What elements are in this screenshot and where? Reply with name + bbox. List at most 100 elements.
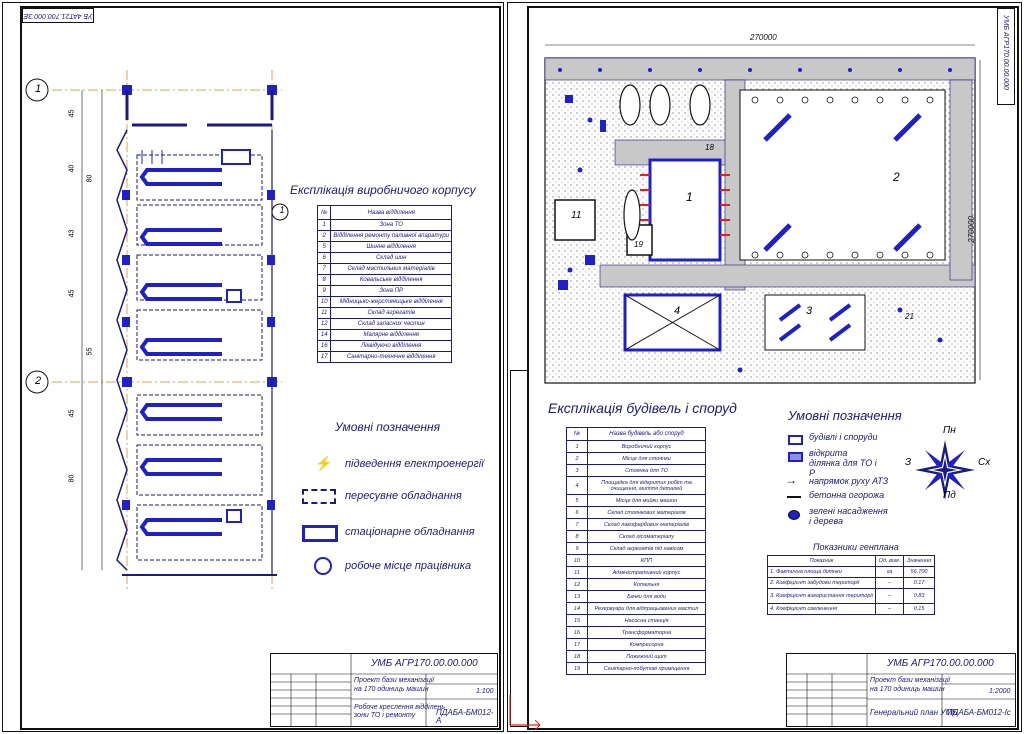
- legend-label: бетонна огорожа: [809, 490, 885, 500]
- left-stamp-subtitle-1: Робоче креслення відділень: [354, 704, 446, 711]
- cell: 10: [566, 554, 588, 567]
- table-row: 1 Виробничий корпус: [566, 440, 706, 453]
- right-eksplikatsiia-title: Експлікація будівель і споруд: [548, 400, 737, 416]
- right-stamp-scale: 1:2000: [989, 688, 1011, 695]
- cell: Малярне відділення: [330, 329, 452, 341]
- left-stamp-scale: 1:100: [476, 688, 494, 695]
- table-row: 17 Компресорна: [566, 638, 706, 651]
- arrow-icon: →: [785, 473, 797, 487]
- right-eksplikatsiia-table: № Назва будівель або споруд 1 Виробничий …: [566, 427, 706, 675]
- cell: Виробничий корпус: [587, 440, 706, 453]
- table-row: 6 Склад стоянкових матеріалів: [566, 506, 706, 519]
- cell: Трансформаторна: [587, 626, 706, 639]
- cell: 17: [316, 351, 332, 363]
- table-row: 7 Склад лакофарбових матеріалів: [566, 518, 706, 531]
- cell: Ковальське відділення: [330, 274, 452, 286]
- right-code-text: УМБ АГР170.00.00.000: [1002, 15, 1009, 90]
- table-row: 15 Насосна станція: [566, 614, 706, 627]
- cell: 18: [566, 650, 588, 663]
- cell: Насосна станція: [587, 614, 706, 627]
- cell: Зона ТО: [330, 219, 452, 231]
- left-stamp-title-2: на 170 одиниць машин: [354, 686, 429, 693]
- cell: Адміністративний корпус: [587, 566, 706, 579]
- legend-item: відкрита ділянка для ТО і Р: [785, 448, 920, 478]
- cell: 2. Коефіцієнт забудови території: [767, 577, 876, 589]
- cell: 17: [566, 638, 588, 651]
- right-side-strip: [510, 370, 528, 727]
- table-row: 16 Трансформаторна: [566, 626, 706, 639]
- tree-icon: [788, 510, 800, 520]
- left-eksplikatsiia-table: № Назва відділення 1 Зона ТО 2 Відділення …: [316, 205, 452, 363]
- table-row: 11 Адміністративний корпус: [566, 566, 706, 579]
- legend-label: стаціонарне обладнання: [345, 526, 475, 538]
- table-row: 3 Стоянка для ТО: [566, 464, 706, 477]
- cell: 2: [316, 230, 332, 242]
- cell: 1. Фактична площа ділянки: [767, 566, 876, 578]
- table-row: 17 Санітарно-технічне відділення: [316, 351, 452, 363]
- cell: 8: [316, 274, 332, 286]
- table-row: 11 Склад агрегатів: [316, 307, 452, 319]
- table-header-row: № Назва будівель або споруд: [566, 427, 706, 441]
- dim-label: 45: [68, 289, 76, 298]
- legend-item: зелені насадження і дерева: [785, 506, 920, 530]
- table-row: 19 Санітарно-побутові приміщення: [566, 662, 706, 675]
- cell: Склад шин: [330, 252, 452, 264]
- table-row: 10 КПП: [566, 554, 706, 567]
- table-row: 10 Мідницько-жерстяницьке відділення: [316, 296, 452, 308]
- cell: Ліквідуючо відділення: [330, 340, 452, 352]
- table-header-cell: Назва будівель або споруд: [587, 427, 706, 441]
- left-legend-title: Умовні позначення: [335, 420, 440, 434]
- cell: Місце для мийки машин: [587, 494, 706, 507]
- dashed-box-icon: [302, 489, 336, 504]
- right-code-box: УМБ АГР170.00.00.000: [997, 8, 1015, 105]
- site-dim-right: 270000: [966, 216, 976, 243]
- legend-item: стаціонарне обладнання: [300, 523, 490, 543]
- table-header-cell: Назва відділення: [330, 205, 452, 220]
- dim-label: 45: [68, 109, 76, 118]
- table-row: 1. Фактична площа ділянки га 56.700: [767, 566, 935, 578]
- legend-label: відкрита ділянка для ТО і Р: [809, 448, 877, 478]
- cell: 15: [566, 614, 588, 627]
- cell: Склад запасних частин: [330, 318, 452, 330]
- site-general-plan: [544, 44, 981, 384]
- cell: 14: [566, 602, 588, 615]
- cell: Санітарно-побутові приміщення: [587, 662, 706, 675]
- open-area-icon: [788, 452, 803, 462]
- table-header-cell: Од. вим.: [874, 555, 905, 567]
- table-header-row: Показник Од. вим. Значення: [767, 555, 935, 567]
- production-building-plan: [25, 70, 289, 590]
- cell: Компресорна: [587, 638, 706, 651]
- table-row: 4 Площадка для відкритих робіт та очищенн…: [566, 476, 706, 495]
- compass-east: Сх: [978, 457, 991, 468]
- zone-number-19: 19: [634, 240, 643, 249]
- solid-box-icon: [302, 525, 338, 542]
- table-header-cell: №: [316, 205, 332, 220]
- table-row: 3. Коефіцієнт використання території – 0…: [767, 588, 935, 604]
- cell: Шинне відділення: [330, 241, 452, 253]
- cell: Площадка для відкритих робіт та очищення…: [587, 476, 706, 495]
- cell: Склад стоянкових матеріалів: [587, 506, 706, 519]
- left-code-text: УБ 4АТ21.700.000 ЗЕ: [23, 12, 93, 19]
- table-row: 2 Місце для стоянки: [566, 452, 706, 465]
- right-stamp-title-2: на 170 одиниць машин: [870, 686, 945, 693]
- right-stamp-org: ПДАБА-БМ012-Іс: [947, 708, 1011, 717]
- cell: 4: [566, 476, 588, 495]
- site-dim-top: 270000: [750, 33, 777, 42]
- cell: 1: [566, 440, 588, 453]
- left-stamp-org: ПДАБА-БМ012-А: [436, 708, 494, 725]
- legend-label: підведення електроенергії: [345, 458, 484, 470]
- dim-label: 45: [68, 409, 76, 418]
- table-row: 9 Склад агрегатів під навісом: [566, 542, 706, 555]
- zone-number-11: 11: [571, 210, 582, 221]
- left-eksplikatsiia-title: Експлікація виробничого корпусу: [290, 183, 476, 197]
- table-row: 2. Коефіцієнт забудови території – 0.17: [767, 577, 935, 589]
- cell: 0.15: [903, 603, 935, 615]
- left-stamp-subtitle-2: зони ТО і ремонту: [354, 712, 416, 719]
- table-row: 5 Місце для мийки машин: [566, 494, 706, 507]
- table-row: 12 Котельня: [566, 578, 706, 591]
- cell: Санітарно-технічне відділення: [330, 351, 452, 363]
- cell: 8: [566, 530, 588, 543]
- ucs-cursor-icon: [509, 695, 541, 730]
- cell: 2: [566, 452, 588, 465]
- table-header-cell: №: [566, 427, 588, 441]
